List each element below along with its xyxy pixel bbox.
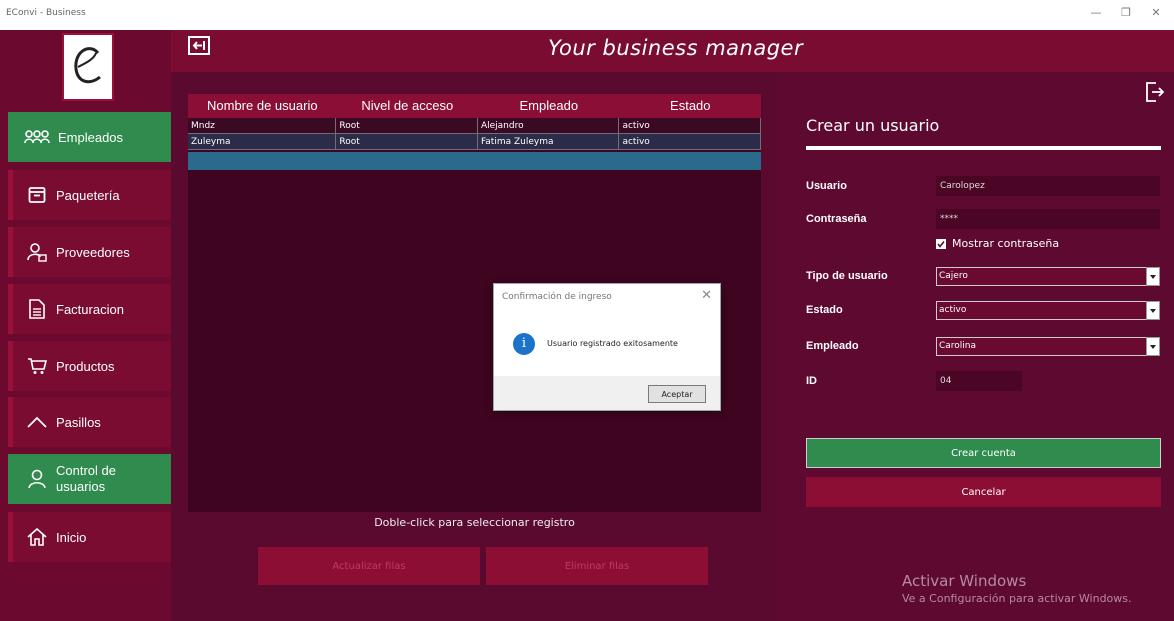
table-cell: activo	[619, 134, 761, 150]
password-input[interactable]: ****	[936, 209, 1160, 229]
supplier-icon	[26, 241, 48, 263]
chevron-down-icon[interactable]	[1146, 301, 1160, 320]
show-password-checkbox[interactable]: Mostrar contraseña	[936, 237, 1059, 250]
sidebar-item-label: Inicio	[56, 529, 87, 545]
sidebar-item-label: Proveedores	[56, 244, 130, 260]
close-button[interactable]: ✕	[1146, 6, 1166, 19]
page-title: Your business manager	[548, 36, 804, 60]
column-header[interactable]: Nombre de usuario	[188, 94, 337, 118]
table-cell: activo	[619, 118, 761, 134]
exit-icon[interactable]	[1146, 82, 1166, 102]
column-header[interactable]: Estado	[620, 94, 761, 118]
sidebar-item-control-usuarios[interactable]: Control de usuarios	[8, 454, 171, 504]
estado-select[interactable]: activo	[936, 301, 1160, 320]
sidebar-item-proveedores[interactable]: Proveedores	[8, 227, 171, 277]
close-icon[interactable]: ✕	[701, 288, 712, 303]
update-rows-button[interactable]: Actualizar filas	[258, 547, 480, 585]
sidebar-item-paqueteria[interactable]: Paquetería	[8, 170, 171, 220]
confirmation-dialog: Confirmación de ingreso ✕ i Usuario regi…	[493, 283, 721, 411]
sidebar-item-label: Productos	[56, 358, 115, 374]
dialog-title: Confirmación de ingreso	[502, 292, 612, 302]
form-title: Crear un usuario	[806, 116, 940, 135]
password-label: Contraseña	[806, 213, 867, 225]
create-user-panel: Crear un usuario Usuario Carolopez Contr…	[776, 72, 1174, 621]
tipo-select[interactable]: Cajero	[936, 267, 1160, 286]
package-icon	[26, 184, 48, 206]
sidebar-item-facturacion[interactable]: Facturacion	[8, 284, 171, 334]
dialog-footer: Aceptar	[494, 376, 720, 410]
chevron-down-icon[interactable]	[1146, 267, 1160, 286]
table-cell: Root	[336, 118, 478, 134]
empleado-select[interactable]: Carolina	[936, 337, 1160, 356]
cancel-button[interactable]: Cancelar	[806, 477, 1161, 507]
sidebar-item-label: Pasillos	[56, 414, 101, 430]
sidebar-item-inicio[interactable]: Inicio	[8, 512, 171, 562]
tipo-label: Tipo de usuario	[806, 270, 888, 282]
sidebar-item-label: Paquetería	[56, 187, 120, 203]
window-title: EConvi - Business	[6, 8, 86, 18]
estado-label: Estado	[806, 304, 843, 316]
accept-button[interactable]: Aceptar	[648, 385, 706, 403]
empleado-label: Empleado	[806, 340, 859, 352]
window-title-bar: EConvi - Business — ❐ ✕	[0, 0, 1174, 30]
usuario-input[interactable]: Carolopez	[936, 176, 1160, 196]
delete-rows-button[interactable]: Eliminar filas	[486, 547, 708, 585]
document-icon	[26, 298, 48, 320]
restore-button[interactable]: ❐	[1116, 6, 1136, 19]
sidebar-item-productos[interactable]: Productos	[8, 341, 171, 391]
table-hint: Doble-click para seleccionar registro	[374, 516, 575, 529]
table-cell: Mndz	[188, 118, 337, 134]
usuario-label: Usuario	[806, 180, 847, 192]
windows-activation-watermark: Activar Windows Ve a Configuración para …	[902, 572, 1132, 605]
info-icon: i	[513, 333, 535, 355]
id-label: ID	[806, 375, 817, 387]
sidebar-item-empleados[interactable]: Empleados	[8, 112, 171, 162]
sidebar-item-label: Control de usuarios	[56, 463, 116, 494]
table-cell: Zuleyma	[188, 134, 337, 150]
dialog-message: Usuario registrado exitosamente	[547, 339, 678, 348]
sidebar-item-pasillos[interactable]: Pasillos	[8, 397, 171, 447]
home-icon	[26, 526, 48, 548]
top-header: Your business manager	[0, 30, 1174, 72]
id-field[interactable]: 04	[936, 371, 1022, 391]
chevron-down-icon[interactable]	[1146, 337, 1160, 356]
table-row[interactable]: Zuleyma Root Fatima Zuleyma activo	[188, 134, 761, 150]
table-cell: Root	[336, 134, 478, 150]
minimize-button[interactable]: —	[1086, 6, 1106, 19]
create-account-button[interactable]: Crear cuenta	[806, 438, 1161, 468]
table-row[interactable]: Mndz Root Alejandro activo	[188, 118, 761, 134]
show-password-label: Mostrar contraseña	[952, 237, 1060, 250]
user-icon	[26, 468, 48, 490]
cart-icon	[26, 355, 48, 377]
checkbox-check-icon	[936, 238, 946, 249]
sidebar-item-label: Empleados	[58, 129, 124, 145]
column-header[interactable]: Empleado	[478, 94, 619, 118]
app-logo	[62, 33, 114, 101]
table-header: Nombre de usuario Nivel de acceso Emplea…	[188, 94, 761, 118]
sidebar-item-label: Facturacion	[56, 301, 124, 317]
group-icon	[24, 126, 50, 148]
sidebar-toggle-icon[interactable]	[188, 36, 210, 56]
table-cell: Fatima Zuleyma	[477, 134, 620, 150]
chevron-up-icon	[26, 411, 48, 433]
table-new-row[interactable]	[188, 152, 761, 170]
column-header[interactable]: Nivel de acceso	[337, 94, 478, 118]
table-cell: Alejandro	[477, 118, 620, 134]
form-divider	[806, 146, 1161, 150]
